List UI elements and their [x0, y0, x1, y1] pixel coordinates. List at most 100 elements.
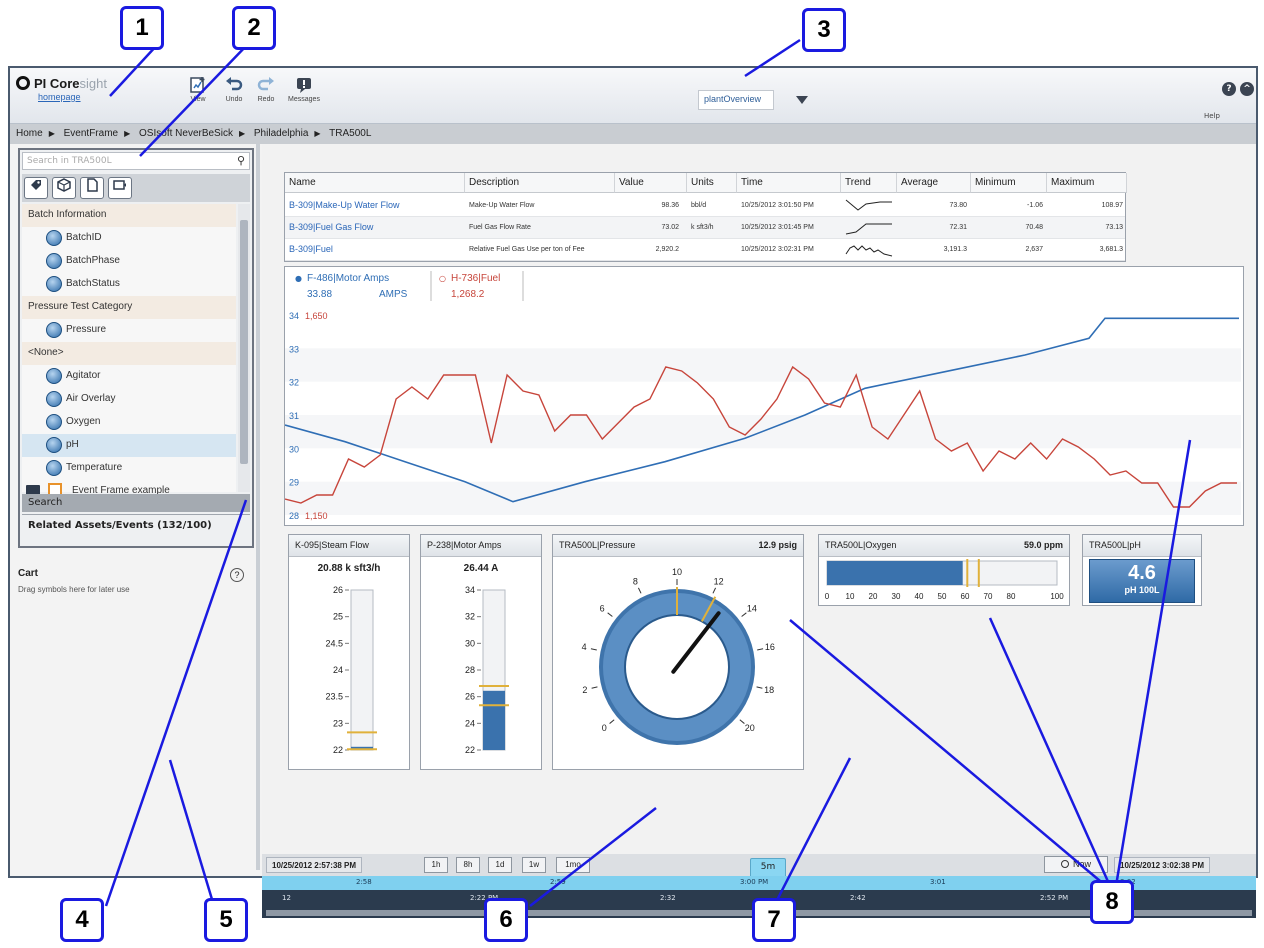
tree-item-oxygen[interactable]: Oxygen: [22, 411, 236, 434]
range-8h-button[interactable]: 8h: [456, 857, 480, 873]
table-header-description[interactable]: Description: [465, 173, 615, 193]
gauge-tick: [609, 719, 615, 724]
tree-item-label: BatchID: [66, 232, 102, 243]
range-1mo-button[interactable]: 1mo: [556, 857, 590, 873]
breadcrumb-home[interactable]: Home: [16, 128, 43, 139]
pressure-gauge-symbol[interactable]: TRA500L|Pressure 12.9 psig 0 2 4 6 8 10 12 14 16 1…: [552, 534, 804, 770]
breadcrumb-company[interactable]: OSIsoft NeverBeSick: [139, 128, 233, 139]
breadcrumb-eventframe[interactable]: EventFrame: [64, 128, 118, 139]
legend-series-name[interactable]: H-736|Fuel: [451, 273, 500, 284]
table-cell-name[interactable]: B-309|Fuel Gas Flow: [285, 217, 465, 239]
table-cell-name[interactable]: B-309|Fuel: [285, 239, 465, 261]
tree-item-ph[interactable]: pH: [22, 434, 236, 457]
table-header-average[interactable]: Average: [897, 173, 971, 193]
range-1w-button[interactable]: 1w: [522, 857, 546, 873]
range-1d-button[interactable]: 1d: [488, 857, 512, 873]
tree-item-batchphase[interactable]: BatchPhase: [22, 250, 236, 273]
timeline-tick-label: 3:00 PM: [740, 878, 769, 886]
breadcrumb-arrow-icon: ▶: [314, 129, 321, 138]
range-1h-button[interactable]: 1h: [424, 857, 448, 873]
oxygen-tick-label: 30: [892, 592, 901, 601]
tree-scrollbar[interactable]: [238, 204, 250, 492]
table-cell-name[interactable]: B-309|Make-Up Water Flow: [285, 195, 465, 217]
gauge-tick: [607, 612, 613, 617]
bar-tick-label: 24.5: [325, 638, 343, 648]
left-axis-tick: 29: [289, 478, 299, 488]
tree-item-temperature[interactable]: Temperature: [22, 457, 236, 480]
table-header-units[interactable]: Units: [687, 173, 737, 193]
tree-item-air-overlay[interactable]: Air Overlay: [22, 388, 236, 411]
gauge-tick-label: 14: [747, 604, 757, 614]
app-logo[interactable]: PI Coresight: [16, 76, 107, 91]
start-time-box[interactable]: 10/25/2012 2:57:38 PM: [266, 857, 363, 873]
search-icon[interactable]: ⚲: [237, 154, 245, 167]
table-header-minimum[interactable]: Minimum: [971, 173, 1047, 193]
table-header-maximum[interactable]: Maximum: [1047, 173, 1127, 193]
breadcrumb-site[interactable]: Philadelphia: [254, 128, 309, 139]
oxygen-tick-label: 40: [915, 592, 924, 601]
oxygen-bar-symbol[interactable]: TRA500L|Oxygen 59.0 ppm 0 10 20 30 40 50 60 70 80…: [818, 534, 1070, 606]
document-filter-button[interactable]: [80, 177, 104, 199]
steam-flow-bar-symbol[interactable]: K-095|Steam Flow 20.88 k sft3/h 26 25 24.5…: [288, 534, 410, 770]
tree-category[interactable]: Pressure Test Category: [22, 296, 236, 319]
breadcrumb-current[interactable]: TRA500L: [329, 128, 371, 139]
attribute-globe-icon: [46, 368, 62, 384]
homepage-link[interactable]: homepage: [38, 92, 81, 102]
display-dropdown-arrow-icon[interactable]: [796, 96, 808, 104]
tree-item-label: Agitator: [66, 370, 101, 381]
undo-icon: [226, 77, 243, 91]
tree-item-agitator[interactable]: Agitator: [22, 365, 236, 388]
undo-button[interactable]: Undo: [216, 76, 252, 103]
table-header-time[interactable]: Time: [737, 173, 841, 193]
display-selector[interactable]: plantOverview: [698, 90, 774, 110]
panel-splitter[interactable]: [256, 144, 260, 870]
grid-band: [285, 348, 1241, 382]
search-input[interactable]: Search in TRA500L ⚲: [22, 152, 250, 170]
tree-item-batchid[interactable]: BatchID: [22, 227, 236, 250]
series-line-motor-amps[interactable]: [284, 317, 1239, 503]
tree-item-batchstatus[interactable]: BatchStatus: [22, 273, 236, 296]
table-header-name[interactable]: Name: [285, 173, 465, 193]
ph-value-symbol[interactable]: TRA500L|pH 4.6 pH 100L: [1082, 534, 1202, 606]
motor-amps-bar-symbol[interactable]: P-238|Motor Amps 26.44 A 34 32 30 28 26 24 22: [420, 534, 542, 770]
help-icon[interactable]: ?: [1222, 82, 1236, 96]
tag-filter-button[interactable]: [24, 177, 48, 199]
trend-sparkline: [845, 199, 892, 211]
table-cell-value: 73.02: [661, 224, 679, 231]
now-button[interactable]: Now: [1044, 856, 1108, 873]
logo-main-text: PI Core: [34, 76, 80, 91]
search-section-header[interactable]: Search: [22, 494, 250, 512]
scrollbar-thumb[interactable]: [240, 220, 248, 464]
end-time-box[interactable]: 10/25/2012 3:02:38 PM: [1114, 857, 1211, 873]
current-range-tab[interactable]: 5m: [750, 858, 786, 876]
cart-title: Cart: [18, 568, 39, 579]
oxygen-tick-label: 10: [846, 592, 855, 601]
bar-tick-label: 28: [465, 665, 475, 675]
view-button[interactable]: View: [180, 76, 216, 103]
left-axis-tick: 33: [289, 344, 299, 354]
related-assets-header[interactable]: Related Assets/Events (132/100): [22, 514, 250, 536]
messages-button[interactable]: Messages: [286, 76, 322, 103]
attribute-globe-icon: [46, 276, 62, 292]
trend-chart[interactable]: ● F-486|Motor Amps 33.88 AMPS ○ H-736|Fuel 1,2…: [284, 266, 1244, 526]
asset-filter-button[interactable]: [52, 177, 76, 199]
oxygen-tick-label: 0: [825, 592, 830, 601]
breadcrumb: Home ▶ EventFrame ▶ OSIsoft NeverBeSick ▶ P…: [10, 124, 1256, 144]
legend-series-name[interactable]: F-486|Motor Amps: [307, 273, 389, 284]
steam-flow-title: K-095|Steam Flow: [289, 535, 409, 557]
oxygen-title: TRA500L|Oxygen: [825, 540, 897, 550]
tree-category[interactable]: <None>: [22, 342, 236, 365]
table-header-value[interactable]: Value: [615, 173, 687, 193]
redo-label: Redo: [257, 96, 275, 103]
redo-button[interactable]: Redo: [248, 76, 284, 103]
table-header-trend[interactable]: Trend: [841, 173, 897, 193]
pressure-header: TRA500L|Pressure 12.9 psig: [553, 535, 803, 557]
tree-item-pressure[interactable]: Pressure: [22, 319, 236, 342]
tree-category[interactable]: Batch Information: [22, 204, 236, 227]
cart-help-icon[interactable]: ?: [230, 568, 244, 582]
event-filter-button[interactable]: [108, 177, 132, 199]
tree-item-label: Pressure: [66, 324, 107, 335]
gauge-tick-label: 4: [582, 642, 587, 652]
values-table[interactable]: Name Description Value Units Time Trend Averag…: [284, 172, 1127, 262]
collapse-icon[interactable]: ^: [1240, 82, 1254, 96]
